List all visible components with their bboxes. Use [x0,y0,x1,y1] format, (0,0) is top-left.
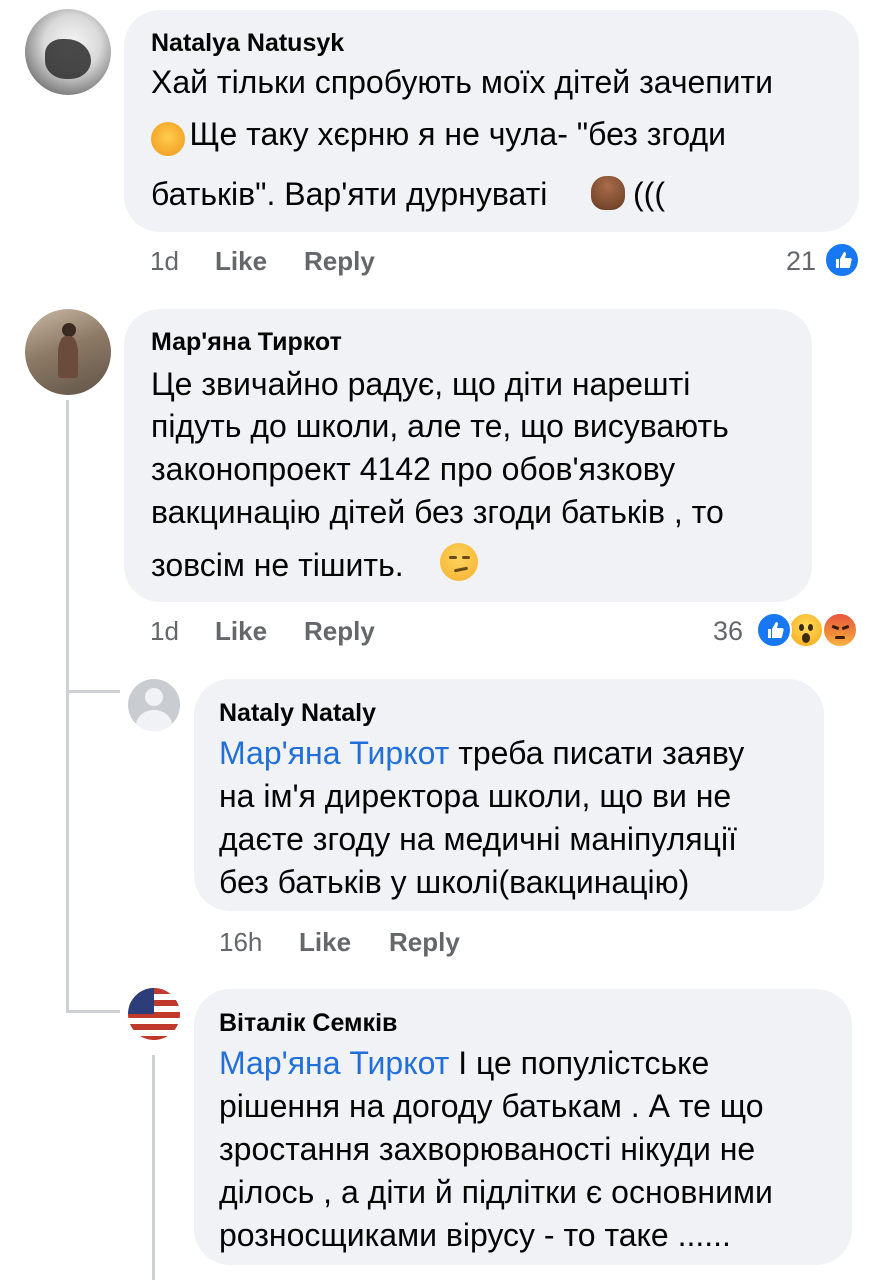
reply-link[interactable]: Reply [304,246,375,277]
avatar[interactable] [128,988,180,1040]
like-reaction-icon [824,242,860,278]
thread-line [66,690,120,693]
avatar[interactable] [128,679,180,731]
comment-text-line: Ще таку хєрню я не чула- "без згоди [189,116,726,152]
comment-author[interactable]: Віталік Семків [219,1009,397,1038]
comment-author[interactable]: Nataly Nataly [219,699,376,728]
comment-text-line: законопроект 4142 про обов'язкову [151,451,676,487]
avatar[interactable] [25,309,111,395]
thread-line [66,400,69,692]
comment-text-line: зростання захворюваності нікуди не [219,1131,756,1167]
comment-text-line: ділось , а діти й підлітки є основними [219,1174,773,1210]
comment-author[interactable]: Мар'яна Тиркот [151,328,342,357]
comment-text-line: Це звичайно радує, що діти нарешті [151,366,691,402]
comment-text-line: ((( [633,176,665,212]
reaction-count[interactable]: 21 [786,246,816,277]
comment-author[interactable]: Natalya Natusyk [151,29,344,58]
like-link[interactable]: Like [299,927,351,958]
mention-link[interactable]: Мар'яна Тиркот [219,1045,449,1081]
mention-link[interactable]: Мар'яна Тиркот [219,735,449,771]
thread-line [66,690,69,1010]
like-link[interactable]: Like [215,616,267,647]
comment-text-line: рішення на догоду батькам . А те що [219,1088,764,1124]
woman-facepalming-emoji [151,121,185,156]
comment-text-line-wrap: Ще таку хєрню я не чула- "без згоди [151,116,726,156]
comment-text-line: батьків". Вар'яти дурнуваті [151,176,548,212]
comment-text: треба писати заяву [449,735,745,771]
comment-timestamp[interactable]: 16h [219,927,262,958]
comment-text-line: Хай тільки спробують моїх дітей зачепити [151,64,774,100]
reply-link[interactable]: Reply [389,927,460,958]
reaction-count[interactable]: 36 [713,616,743,647]
comment-text-line: Мар'яна Тиркот І це популістське [219,1045,709,1081]
comment-timestamp[interactable]: 1d [150,616,179,647]
comment-text-line: Мар'яна Тиркот треба писати заяву [219,735,744,771]
comment-text-line: підуть до школи, але те, що висувають [151,408,729,444]
comment-text-line: зовсім не тішить. [151,547,404,583]
thread-line [66,1010,120,1013]
like-link[interactable]: Like [215,246,267,277]
wow-reaction-icon [788,612,824,648]
thread-line [152,1055,155,1280]
smirking-face-emoji [440,543,478,581]
comment-timestamp[interactable]: 1d [150,246,179,277]
comment-text-line: даєте згоду на медичні маніпуляції [219,821,737,857]
angry-reaction-icon [822,612,858,648]
comment-text: І це популістське [449,1045,710,1081]
avatar[interactable] [25,9,111,95]
comment-text-line: без батьків у школі(вакцинацію) [219,864,690,900]
comment-text-line: вакцинацію дітей без згоди батьків , то [151,494,724,530]
comment-text-line: розносщиками вірусу - то таке ...... [219,1217,731,1253]
like-reaction-icon [756,612,792,648]
pile-of-poo-emoji [591,176,625,210]
comment-text-line: на ім'я директора школи, що ви не [219,778,732,814]
reply-link[interactable]: Reply [304,616,375,647]
